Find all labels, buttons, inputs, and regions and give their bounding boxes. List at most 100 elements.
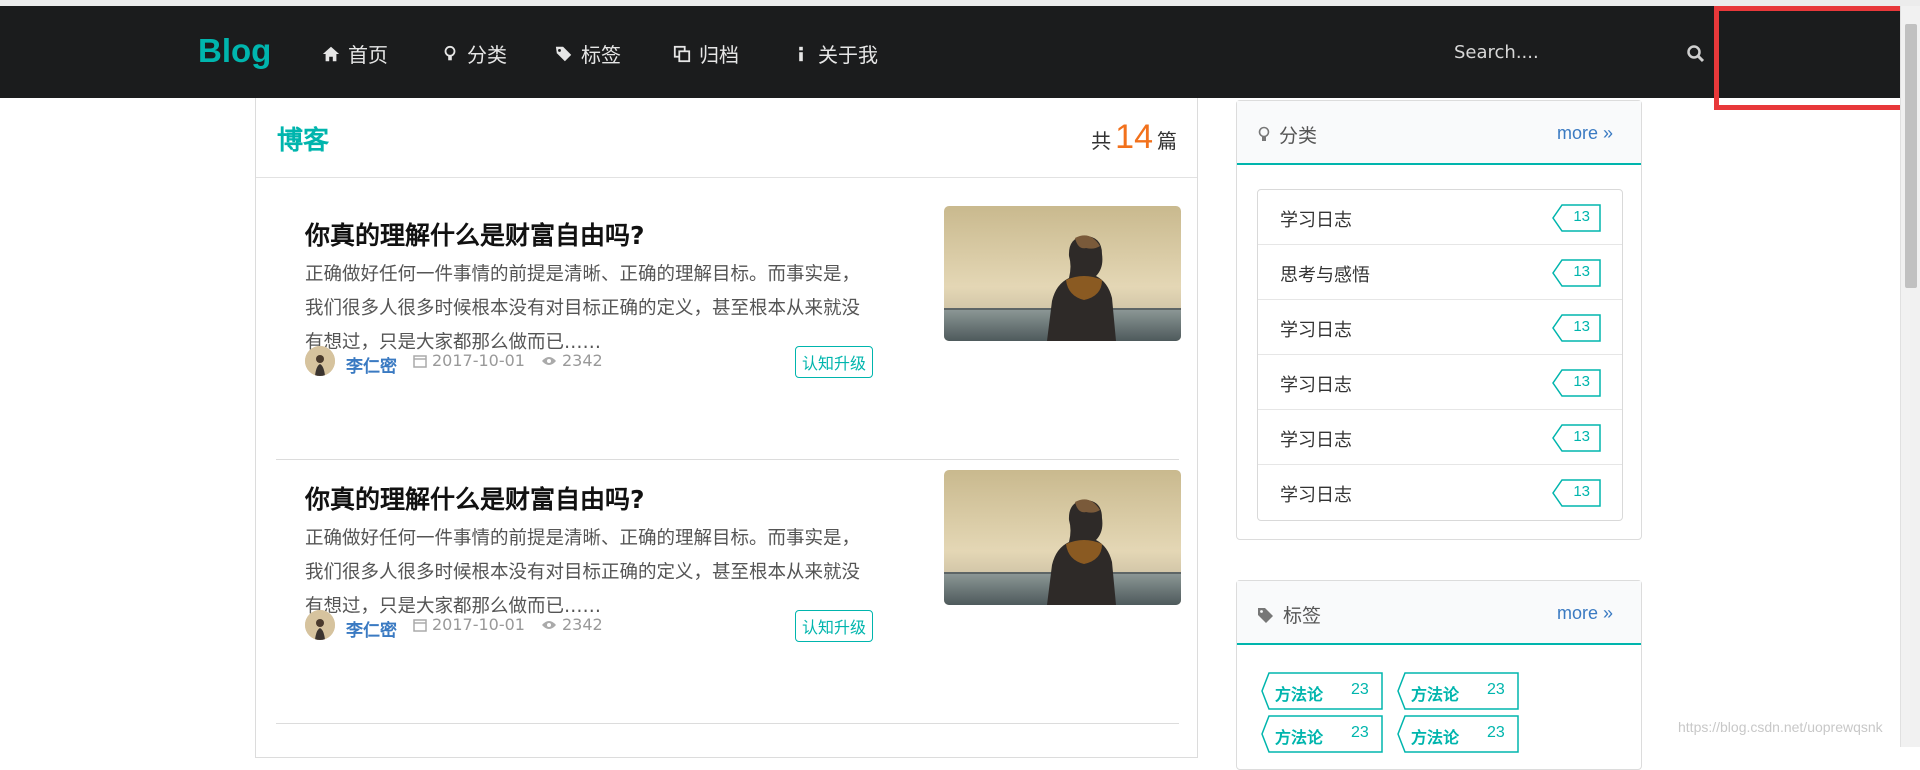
post-tag[interactable]: 认知升级 bbox=[795, 610, 874, 642]
category-name: 学习日志 bbox=[1280, 210, 1352, 231]
tag-card-title: 标签 bbox=[1257, 601, 1321, 628]
category-name: 学习日志 bbox=[1280, 485, 1352, 506]
category-count: 13 bbox=[1573, 428, 1590, 445]
more-label: more bbox=[1556, 603, 1598, 623]
category-title-text: 分类 bbox=[1279, 125, 1318, 147]
category-name: 学习日志 bbox=[1280, 430, 1352, 451]
home-icon bbox=[322, 46, 340, 61]
calendar-icon bbox=[413, 618, 427, 632]
category-name: 学习日志 bbox=[1280, 375, 1352, 396]
category-item[interactable]: 思考与感悟 13 bbox=[1258, 245, 1622, 300]
tag-name: 方法论 bbox=[1275, 685, 1324, 704]
category-card-header: 分类 more » bbox=[1237, 101, 1641, 165]
tag-item[interactable]: 方法论 23 bbox=[1261, 715, 1383, 753]
category-name: 学习日志 bbox=[1280, 320, 1352, 341]
blog-list-panel: 博客 共 14 篇 你真的理解什么是财富自由吗? 正确做好任何一件事情的前提是清… bbox=[255, 98, 1198, 758]
category-item[interactable]: 学习日志 13 bbox=[1258, 355, 1622, 410]
post-title[interactable]: 你真的理解什么是财富自由吗? bbox=[305, 216, 645, 252]
tags-icon bbox=[555, 46, 572, 61]
category-card-title: 分类 bbox=[1257, 121, 1317, 148]
lightbulb-icon bbox=[1258, 126, 1270, 141]
thumbnail-image bbox=[944, 470, 1181, 605]
category-count: 13 bbox=[1573, 263, 1590, 280]
search-icon[interactable] bbox=[1686, 44, 1706, 64]
watermark-text: https://blog.csdn.net/uoprewqsnk bbox=[1678, 719, 1883, 735]
post-thumbnail[interactable] bbox=[944, 206, 1181, 341]
brand-logo[interactable]: Blog bbox=[198, 32, 271, 70]
tag-count: 23 bbox=[1351, 724, 1369, 741]
nav-item-label: 归档 bbox=[699, 43, 739, 67]
nav-item-label: 首页 bbox=[348, 43, 388, 67]
clone-icon bbox=[673, 45, 691, 62]
category-item[interactable]: 学习日志 13 bbox=[1258, 190, 1622, 245]
panel-title: 博客 bbox=[277, 126, 330, 156]
lightbulb-icon bbox=[444, 45, 456, 60]
post-tag[interactable]: 认知升级 bbox=[795, 346, 874, 378]
post-count: 共 14 篇 bbox=[1091, 118, 1177, 157]
double-chevron-right-icon: » bbox=[1602, 603, 1613, 623]
vertical-scrollbar[interactable] bbox=[1900, 6, 1920, 747]
info-icon bbox=[799, 46, 803, 61]
author-avatar[interactable] bbox=[305, 346, 335, 376]
nav-item-label: 标签 bbox=[581, 43, 621, 67]
category-card: 分类 more » 学习日志 13 思考与感悟 13 学习日志 13 学习日志 … bbox=[1236, 100, 1642, 540]
tag-more-link[interactable]: more » bbox=[1557, 603, 1613, 624]
nav-item-tags[interactable]: 标签 bbox=[555, 39, 621, 68]
tags-icon bbox=[1258, 607, 1273, 623]
category-count: 13 bbox=[1573, 373, 1590, 390]
tag-count: 23 bbox=[1487, 724, 1505, 741]
tag-item[interactable]: 方法论 23 bbox=[1397, 715, 1519, 753]
nav-item-category[interactable]: 分类 bbox=[441, 39, 507, 68]
tag-card: 标签 more » 方法论 23 方法论 23 方法论 23 方法论 23 bbox=[1236, 580, 1642, 770]
tag-item[interactable]: 方法论 23 bbox=[1397, 672, 1519, 710]
author-avatar[interactable] bbox=[305, 610, 335, 640]
category-item[interactable]: 学习日志 13 bbox=[1258, 410, 1622, 465]
nav-item-label: 分类 bbox=[467, 43, 507, 67]
post-title[interactable]: 你真的理解什么是财富自由吗? bbox=[305, 480, 645, 516]
search-input[interactable]: Search.... bbox=[1454, 42, 1539, 63]
nav-item-home[interactable]: 首页 bbox=[322, 39, 388, 68]
author-name[interactable]: 李仁密 bbox=[346, 616, 397, 641]
post-meta: 李仁密 2017-10-01 2342 认知升级 bbox=[305, 608, 875, 642]
category-count: 13 bbox=[1573, 483, 1590, 500]
category-count: 13 bbox=[1573, 208, 1590, 225]
count-number: 14 bbox=[1115, 118, 1153, 156]
more-label: more bbox=[1556, 123, 1598, 143]
post-views: 2342 bbox=[541, 351, 603, 370]
post-divider bbox=[276, 723, 1179, 724]
count-suffix: 篇 bbox=[1157, 129, 1177, 153]
category-item[interactable]: 学习日志 13 bbox=[1258, 300, 1622, 355]
category-list: 学习日志 13 思考与感悟 13 学习日志 13 学习日志 13 学习日志 13… bbox=[1257, 189, 1623, 521]
tag-count: 23 bbox=[1351, 681, 1369, 698]
calendar-icon bbox=[413, 354, 427, 368]
tag-item[interactable]: 方法论 23 bbox=[1261, 672, 1383, 710]
post-thumbnail[interactable] bbox=[944, 470, 1181, 605]
tag-name: 方法论 bbox=[1411, 685, 1460, 704]
author-name[interactable]: 李仁密 bbox=[346, 352, 397, 377]
post-views: 2342 bbox=[541, 615, 603, 634]
eye-icon bbox=[542, 620, 556, 629]
tag-name: 方法论 bbox=[1411, 728, 1460, 747]
eye-icon bbox=[542, 356, 556, 365]
date-text: 2017-10-01 bbox=[432, 351, 525, 370]
nav-item-label: 关于我 bbox=[818, 43, 878, 67]
tag-card-header: 标签 more » bbox=[1237, 581, 1641, 645]
post-date: 2017-10-01 bbox=[413, 615, 525, 634]
tag-title-text: 标签 bbox=[1283, 605, 1322, 627]
views-text: 2342 bbox=[562, 615, 603, 634]
views-text: 2342 bbox=[562, 351, 603, 370]
category-more-link[interactable]: more » bbox=[1557, 123, 1613, 144]
count-prefix: 共 bbox=[1091, 129, 1112, 153]
tag-count: 23 bbox=[1487, 681, 1505, 698]
nav-item-about[interactable]: 关于我 bbox=[792, 39, 878, 68]
post-meta: 李仁密 2017-10-01 2342 认知升级 bbox=[305, 344, 875, 378]
post-item[interactable]: 你真的理解什么是财富自由吗? 正确做好任何一件事情的前提是清晰、正确的理解目标。… bbox=[276, 178, 1181, 442]
scrollbar-thumb[interactable] bbox=[1905, 24, 1917, 288]
nav-item-archive[interactable]: 归档 bbox=[673, 39, 739, 68]
top-navbar: Blog 首页 分类 标签 归档 关于我 Search.... bbox=[0, 6, 1900, 98]
date-text: 2017-10-01 bbox=[432, 615, 525, 634]
category-item[interactable]: 学习日志 13 bbox=[1258, 465, 1622, 520]
double-chevron-right-icon: » bbox=[1602, 123, 1613, 143]
tag-name: 方法论 bbox=[1275, 728, 1324, 747]
post-item[interactable]: 你真的理解什么是财富自由吗? 正确做好任何一件事情的前提是清晰、正确的理解目标。… bbox=[276, 442, 1181, 706]
